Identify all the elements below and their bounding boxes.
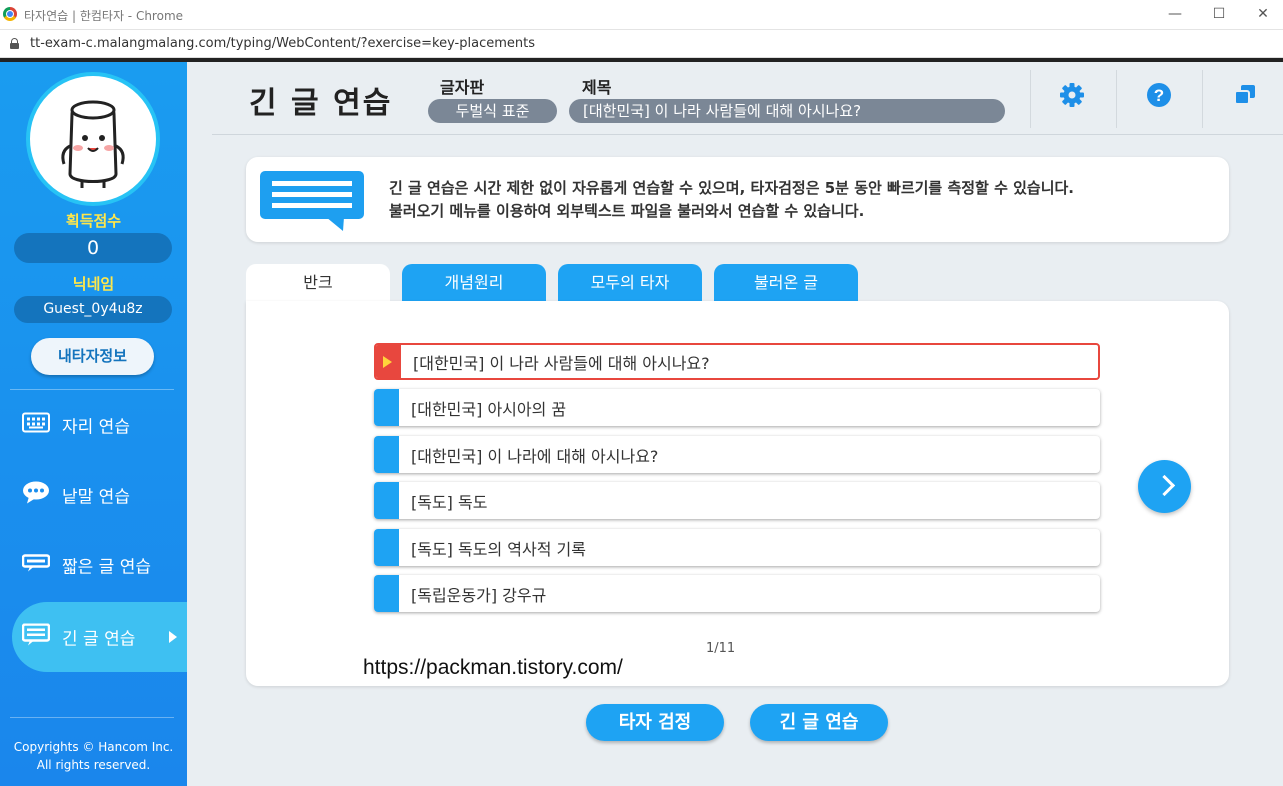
sidebar: 획득점수 0 닉네임 Guest_0y4u8z 내타자정보 자리 연습 낱말 연… xyxy=(0,62,187,786)
avatar xyxy=(26,72,160,206)
active-arrow-icon xyxy=(169,631,177,643)
svg-text:?: ? xyxy=(1154,86,1164,105)
list-item[interactable]: [대한민국] 이 나라 사람들에 대해 아시나요? xyxy=(374,343,1100,380)
info-text: 긴 글 연습은 시간 제한 없이 자유롭게 연습할 수 있으며, 타자검정은 5… xyxy=(389,177,1074,223)
sidebar-item-word-practice[interactable]: 낱말 연습 xyxy=(12,465,187,525)
list-item[interactable]: [독립운동가] 강우규 xyxy=(374,575,1100,612)
list-item-marker xyxy=(374,389,399,426)
info-card: 긴 글 연습은 시간 제한 없이 자유롭게 연습할 수 있으며, 타자검정은 5… xyxy=(246,157,1229,242)
page-header: 긴 글 연습 글자판 두벌식 표준 제목 [대한민국] 이 나라 사람들에 대해… xyxy=(212,62,1283,135)
copyright: Copyrights © Hancom Inc. All rights rese… xyxy=(0,738,187,774)
speech-bubble-icon xyxy=(258,169,368,235)
text-title-badge: [대한민국] 이 나라 사람들에 대해 아시나요? xyxy=(569,99,1005,123)
score-value: 0 xyxy=(14,233,172,263)
info-line: 긴 글 연습은 시간 제한 없이 자유롭게 연습할 수 있으며, 타자검정은 5… xyxy=(389,179,1074,197)
list-item[interactable]: [독도] 독도의 역사적 기록 xyxy=(374,529,1100,566)
help-icon: ? xyxy=(1147,83,1171,107)
long-text-practice-button[interactable]: 긴 글 연습 xyxy=(750,704,888,741)
list-item-label: [대한민국] 이 나라에 대해 아시나요? xyxy=(411,446,659,466)
header-divider xyxy=(1116,70,1117,128)
sidebar-divider xyxy=(10,717,174,718)
help-button[interactable]: ? xyxy=(1146,82,1176,112)
list-item-label: [독립운동가] 강우규 xyxy=(411,585,547,605)
sidebar-item-label: 긴 글 연습 xyxy=(62,629,136,650)
sidebar-divider xyxy=(10,389,174,390)
settings-button[interactable] xyxy=(1059,82,1089,112)
tab-loaded-text[interactable]: 불러온 글 xyxy=(714,264,858,301)
play-icon xyxy=(383,355,392,368)
list-item-label: [독도] 독도의 역사적 기록 xyxy=(411,539,586,559)
list-item[interactable]: [대한민국] 이 나라에 대해 아시나요? xyxy=(374,436,1100,473)
tab-concept[interactable]: 개념원리 xyxy=(402,264,546,301)
text-title-label: 제목 xyxy=(582,78,612,97)
sidebar-item-label: 자리 연습 xyxy=(62,417,130,438)
header-divider xyxy=(1030,70,1031,128)
keyboard-label: 글자판 xyxy=(440,78,485,97)
list-item-marker xyxy=(374,436,399,473)
copyright-line: Copyrights © Hancom Inc. xyxy=(13,740,174,754)
long-text-icon xyxy=(21,623,51,651)
keyboard-icon xyxy=(22,412,50,438)
main-content: 긴 글 연습 글자판 두벌식 표준 제목 [대한민국] 이 나라 사람들에 대해… xyxy=(187,62,1283,786)
window-icon xyxy=(1234,85,1255,105)
marshmallow-character-icon xyxy=(61,100,125,188)
close-button[interactable]: ✕ xyxy=(1248,4,1278,26)
chat-icon xyxy=(22,481,50,510)
sidebar-item-long-text[interactable]: 긴 글 연습 xyxy=(12,602,187,672)
browser-titlebar: 타자연습 | 한컴타자 - Chrome — ☐ ✕ xyxy=(0,0,1283,30)
nickname-label: 닉네임 xyxy=(72,275,115,293)
sidebar-item-label: 짧은 글 연습 xyxy=(62,557,152,578)
nickname-value: Guest_0y4u8z xyxy=(14,296,172,323)
typing-exam-button[interactable]: 타자 검정 xyxy=(586,704,724,741)
list-item-marker xyxy=(374,529,399,566)
minimize-button[interactable]: — xyxy=(1160,4,1190,26)
gear-icon xyxy=(1060,83,1084,107)
tab-vank[interactable]: 반크 xyxy=(246,264,390,301)
page-indicator: 1/11 xyxy=(706,641,736,656)
text-list-panel: [대한민국] 이 나라 사람들에 대해 아시나요? [대한민국] 아시아의 꿈 … xyxy=(246,301,1229,686)
page-title: 긴 글 연습 xyxy=(249,86,393,121)
info-line: 불러오기 메뉴를 이용하여 외부텍스트 파일을 불러와서 연습할 수 있습니다. xyxy=(389,202,865,220)
tab-everyones-typing[interactable]: 모두의 타자 xyxy=(558,264,702,301)
list-item-marker xyxy=(374,575,399,612)
list-item[interactable]: [대한민국] 아시아의 꿈 xyxy=(374,389,1100,426)
sidebar-item-key-practice[interactable]: 자리 연습 xyxy=(12,395,187,455)
address-bar[interactable]: tt-exam-c.malangmalang.com/typing/WebCon… xyxy=(0,30,1283,58)
chrome-logo-icon xyxy=(3,7,17,21)
list-item-marker xyxy=(374,482,399,519)
list-item-label: [대한민국] 아시아의 꿈 xyxy=(411,399,567,419)
header-divider xyxy=(1202,70,1203,128)
list-item[interactable]: [독도] 독도 xyxy=(374,482,1100,519)
url-text[interactable]: tt-exam-c.malangmalang.com/typing/WebCon… xyxy=(30,36,535,51)
short-text-icon xyxy=(21,554,51,577)
my-typing-info-button[interactable]: 내타자정보 xyxy=(31,338,154,375)
sidebar-item-label: 낱말 연습 xyxy=(62,487,130,508)
watermark-text: https://packman.tistory.com/ xyxy=(363,656,623,679)
list-item-label: [독도] 독도 xyxy=(411,492,488,512)
window-title: 타자연습 | 한컴타자 - Chrome xyxy=(24,9,184,23)
maximize-button[interactable]: ☐ xyxy=(1204,4,1234,26)
keyboard-layout-badge: 두벌식 표준 xyxy=(428,99,557,123)
lock-icon xyxy=(10,38,19,49)
sidebar-item-short-text[interactable]: 짧은 글 연습 xyxy=(12,535,187,595)
score-label: 획득점수 xyxy=(65,212,122,230)
next-page-button[interactable] xyxy=(1138,460,1191,513)
copyright-line: All rights reserved. xyxy=(36,758,151,772)
list-item-label: [대한민국] 이 나라 사람들에 대해 아시나요? xyxy=(413,353,710,373)
window-button[interactable] xyxy=(1232,82,1262,112)
